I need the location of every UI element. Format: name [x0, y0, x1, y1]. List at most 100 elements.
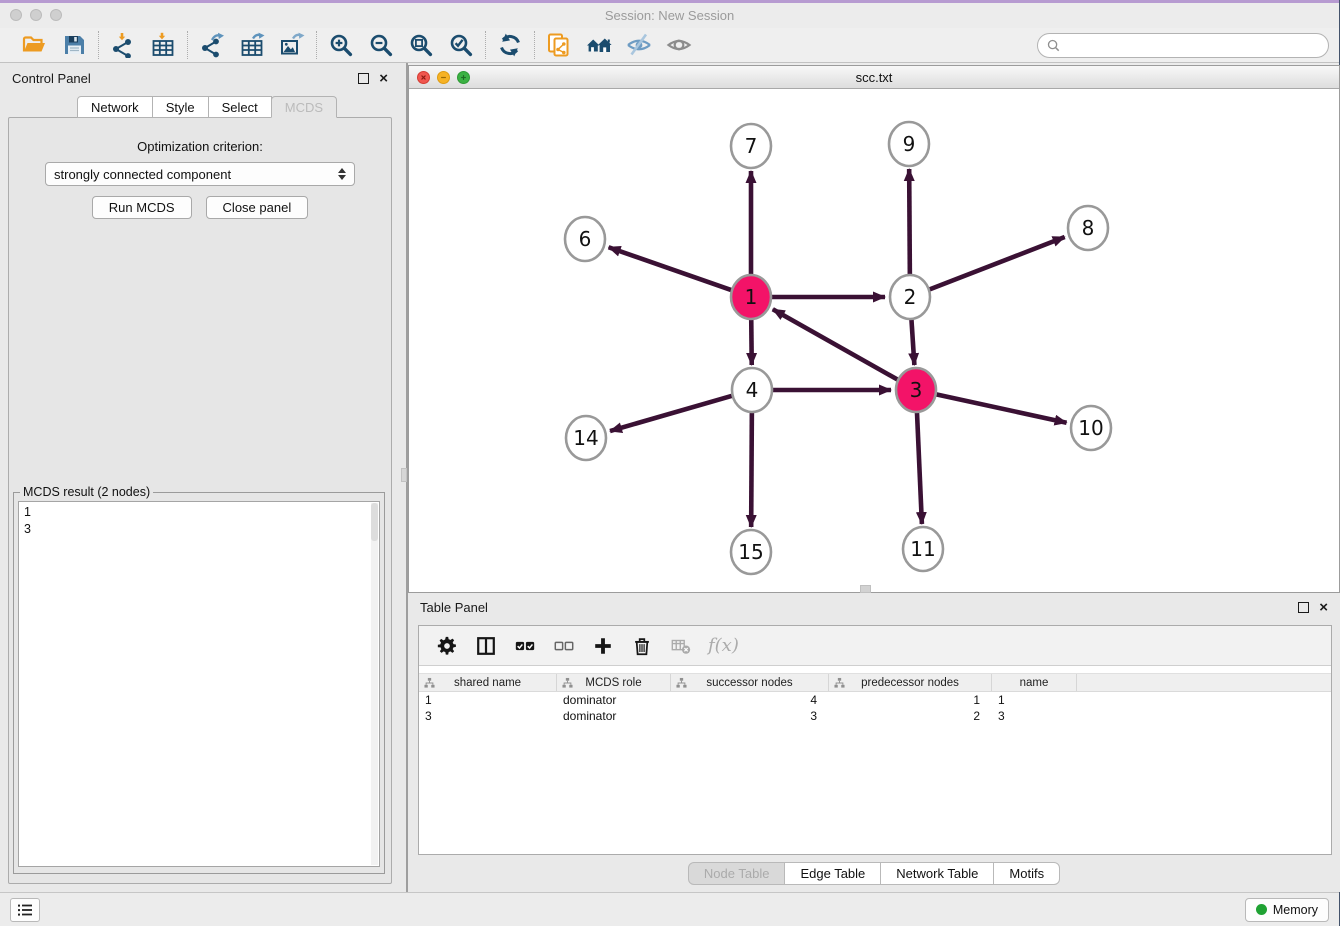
- save-session-icon[interactable]: [60, 31, 88, 59]
- tab-motifs[interactable]: Motifs: [993, 862, 1060, 885]
- edge-3-1[interactable]: [773, 309, 900, 380]
- hide-panels-icon[interactable]: [625, 31, 653, 59]
- function-builder-icon[interactable]: f(x): [708, 635, 739, 656]
- node-11[interactable]: 11: [903, 527, 943, 571]
- column-header-shared-name[interactable]: shared name: [419, 674, 557, 691]
- node-3[interactable]: 3: [896, 368, 936, 412]
- network-canvas[interactable]: 7 9 6 8 1 2 4 3 14 10 15 11: [409, 89, 1339, 592]
- node-8[interactable]: 8: [1068, 206, 1108, 250]
- delete-column-icon[interactable]: [630, 634, 654, 658]
- network-from-view-icon[interactable]: [545, 31, 573, 59]
- task-history-button[interactable]: [10, 898, 40, 922]
- column-header-MCDS-role[interactable]: MCDS role: [557, 674, 671, 691]
- node-9[interactable]: 9: [889, 122, 929, 166]
- edge-4-14[interactable]: [610, 395, 734, 431]
- optimization-criterion-dropdown[interactable]: strongly connected component: [45, 162, 355, 186]
- table-cell[interactable]: 2: [829, 709, 992, 723]
- close-table-panel-icon[interactable]: ×: [1319, 602, 1328, 613]
- memory-button[interactable]: Memory: [1245, 898, 1329, 922]
- node-2[interactable]: 2: [890, 275, 930, 319]
- open-session-icon[interactable]: [20, 31, 48, 59]
- result-scrollbar[interactable]: [371, 503, 378, 865]
- node-7[interactable]: 7: [731, 124, 771, 168]
- edge-4-15[interactable]: [751, 409, 752, 527]
- close-panel-button[interactable]: Close panel: [206, 196, 309, 219]
- network-close-icon[interactable]: [417, 71, 430, 84]
- edge-1-6[interactable]: [609, 247, 733, 290]
- close-window-icon[interactable]: [10, 9, 22, 21]
- node-1[interactable]: 1: [731, 275, 771, 319]
- export-image-icon[interactable]: [278, 31, 306, 59]
- home-icon[interactable]: [585, 31, 613, 59]
- table-cell[interactable]: 3: [419, 709, 557, 723]
- export-network-icon[interactable]: [198, 31, 226, 59]
- float-panel-icon[interactable]: [358, 73, 369, 84]
- delete-table-icon[interactable]: [669, 634, 693, 658]
- refresh-icon[interactable]: [496, 31, 524, 59]
- mcds-result-box[interactable]: 1 3: [18, 501, 380, 867]
- node-14[interactable]: 14: [566, 416, 606, 460]
- zoom-out-icon[interactable]: [367, 31, 395, 59]
- edge-1-4[interactable]: [751, 316, 752, 365]
- add-column-icon[interactable]: [591, 634, 615, 658]
- column-header-name[interactable]: name: [992, 674, 1077, 691]
- run-mcds-button[interactable]: Run MCDS: [92, 196, 192, 219]
- search-icon: [1047, 39, 1060, 52]
- table-cell[interactable]: 4: [671, 693, 829, 707]
- edge-2-8[interactable]: [928, 237, 1065, 290]
- node-4[interactable]: 4: [732, 368, 772, 412]
- settings-icon[interactable]: [435, 634, 459, 658]
- tab-network-table[interactable]: Network Table: [880, 862, 994, 885]
- search-input[interactable]: [1065, 38, 1319, 52]
- zoom-window-icon[interactable]: [50, 9, 62, 21]
- clear-selection-icon[interactable]: [552, 634, 576, 658]
- table-row[interactable]: 3dominator323: [419, 708, 1331, 724]
- column-header-successor-nodes[interactable]: successor nodes: [671, 674, 829, 691]
- dropdown-stepper-icon: [338, 168, 346, 180]
- node-6[interactable]: 6: [565, 217, 605, 261]
- vertical-splitter[interactable]: [400, 63, 408, 892]
- column-view-icon[interactable]: [474, 634, 498, 658]
- node-15[interactable]: 15: [731, 530, 771, 574]
- horizontal-splitter-grip[interactable]: [860, 585, 871, 593]
- select-all-icon[interactable]: [513, 634, 537, 658]
- float-table-panel-icon[interactable]: [1298, 602, 1309, 613]
- network-minimize-icon[interactable]: [437, 71, 450, 84]
- svg-text:6: 6: [579, 227, 592, 251]
- edge-2-9[interactable]: [909, 169, 910, 278]
- table-cell[interactable]: 1: [992, 693, 1077, 707]
- import-table-icon[interactable]: [149, 31, 177, 59]
- node-10[interactable]: 10: [1071, 406, 1111, 450]
- tab-node-table[interactable]: Node Table: [688, 862, 786, 885]
- node-table[interactable]: shared nameMCDS rolesuccessor nodesprede…: [419, 673, 1331, 724]
- zoom-in-icon[interactable]: [327, 31, 355, 59]
- splitter-grip[interactable]: [401, 468, 407, 482]
- edge-2-3[interactable]: [911, 316, 914, 365]
- main-titlebar: Session: New Session: [0, 3, 1339, 28]
- table-cell[interactable]: dominator: [557, 709, 671, 723]
- table-cell[interactable]: 3: [992, 709, 1077, 723]
- zoom-fit-icon[interactable]: [407, 31, 435, 59]
- tab-select[interactable]: Select: [208, 96, 272, 118]
- network-window-titlebar[interactable]: scc.txt: [409, 66, 1339, 89]
- minimize-window-icon[interactable]: [30, 9, 42, 21]
- export-table-icon[interactable]: [238, 31, 266, 59]
- edge-3-11[interactable]: [917, 409, 922, 524]
- tab-edge-table[interactable]: Edge Table: [784, 862, 881, 885]
- column-header-predecessor-nodes[interactable]: predecessor nodes: [829, 674, 992, 691]
- import-network-icon[interactable]: [109, 31, 137, 59]
- table-cell[interactable]: dominator: [557, 693, 671, 707]
- table-cell[interactable]: 1: [829, 693, 992, 707]
- table-row[interactable]: 1dominator411: [419, 692, 1331, 708]
- tab-style[interactable]: Style: [152, 96, 209, 118]
- show-panels-icon[interactable]: [665, 31, 693, 59]
- edge-3-10[interactable]: [935, 394, 1067, 423]
- tab-network[interactable]: Network: [77, 96, 153, 118]
- network-maximize-icon[interactable]: [457, 71, 470, 84]
- table-cell[interactable]: 3: [671, 709, 829, 723]
- table-cell[interactable]: 1: [419, 693, 557, 707]
- tab-mcds[interactable]: MCDS: [271, 96, 337, 118]
- close-panel-icon[interactable]: ×: [379, 73, 388, 84]
- search-box[interactable]: [1037, 33, 1329, 58]
- zoom-selected-icon[interactable]: [447, 31, 475, 59]
